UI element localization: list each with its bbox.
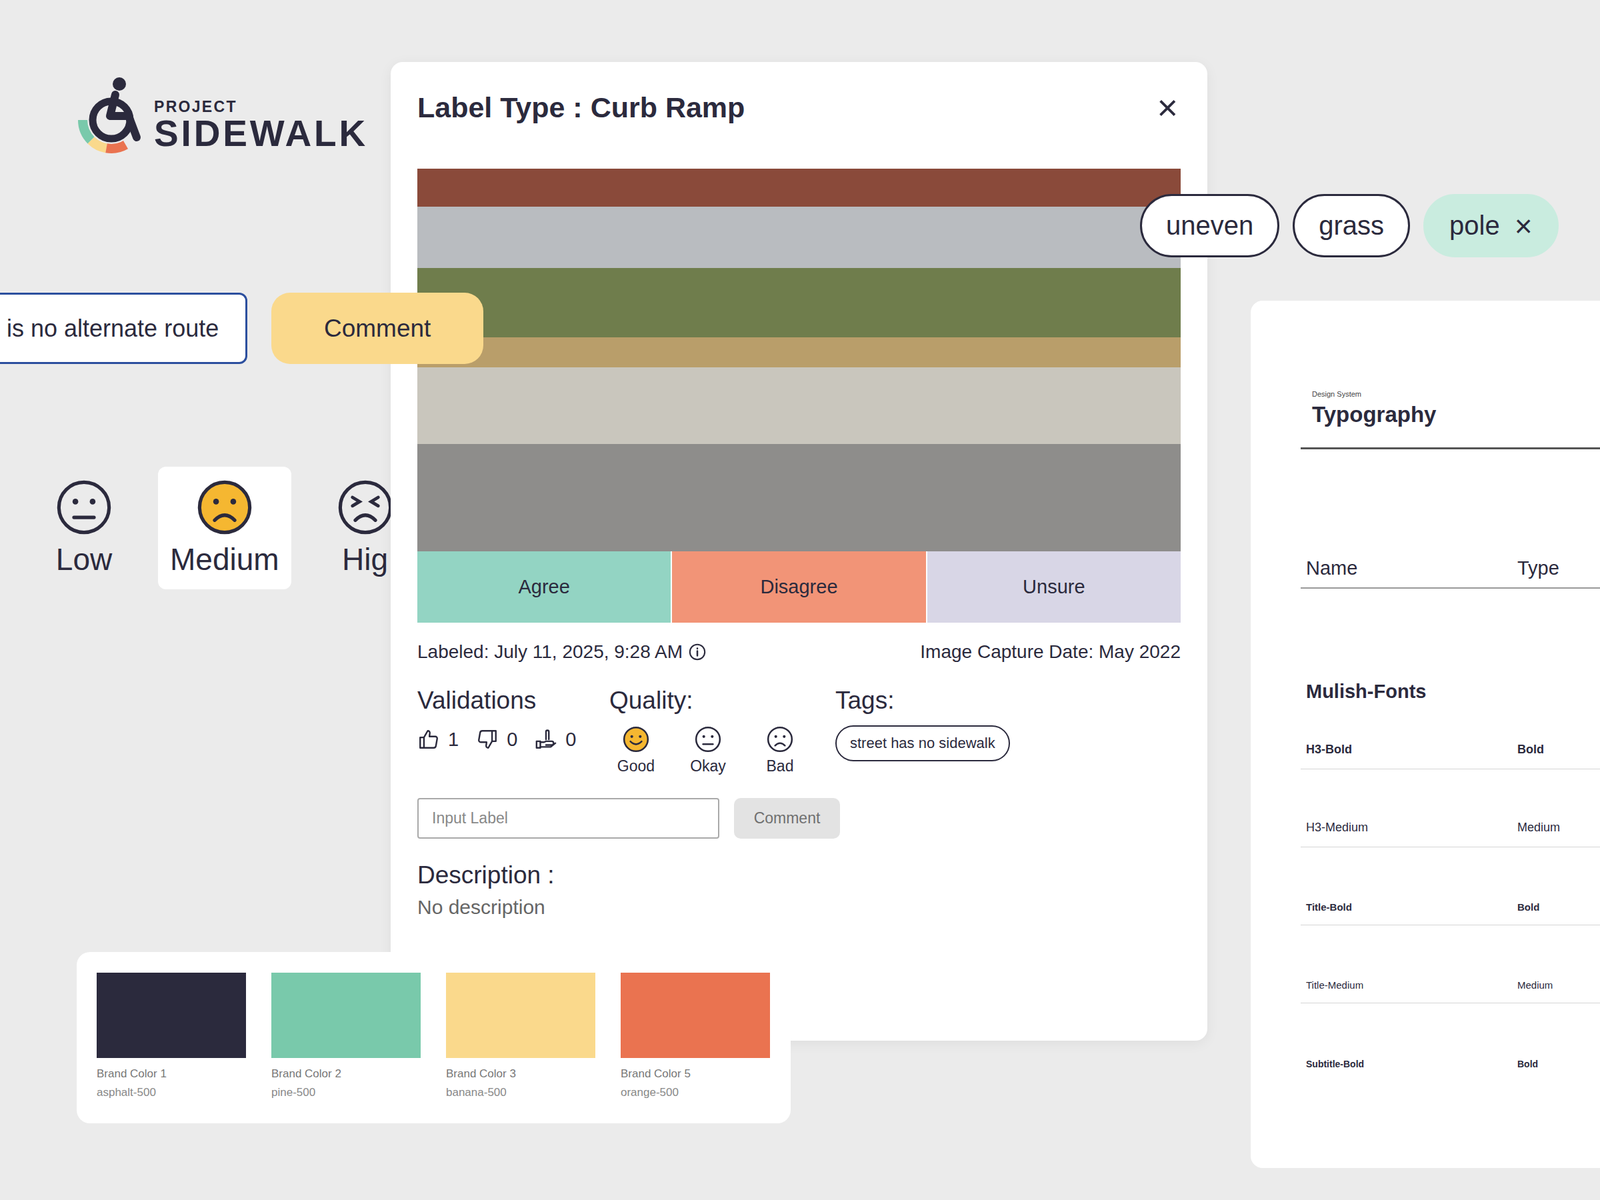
typography-panel: Design System Typography NameType Mulish-Fo… <box>1250 300 1600 1168</box>
color-swatch: Brand Color 5orange-500 <box>620 972 770 1100</box>
table-row: H3-BoldBold <box>1300 702 1600 770</box>
table-row: Title-MediumMedium <box>1300 925 1600 1004</box>
logo-project: PROJECT <box>154 98 368 116</box>
typography-title: Typography <box>1312 402 1600 428</box>
validation-count: 0 <box>534 728 576 751</box>
color-palette: Brand Color 1asphalt-500Brand Color 2pin… <box>76 952 791 1124</box>
quality-option[interactable]: Bad <box>753 725 807 776</box>
label-modal: Label Type : Curb Ramp × AgreeDisagreeUnsu… <box>390 62 1208 1041</box>
quality: Quality: Good Okay Bad <box>609 686 836 776</box>
comment-bar: is no alternate route Comment <box>0 292 484 364</box>
quality-title: Quality: <box>609 686 836 715</box>
canvas: PROJECTSIDEWALK is no alternate route Comm… <box>0 0 1600 1200</box>
quality-option[interactable]: Good <box>609 725 663 776</box>
comment-submit-button[interactable]: Comment <box>734 798 840 839</box>
route-field[interactable]: is no alternate route <box>0 292 248 364</box>
table-row: Title-BoldBold <box>1300 847 1600 926</box>
frown-face-icon <box>766 725 794 754</box>
severity-label: Hig <box>342 541 388 578</box>
validations: Validations100 <box>417 686 610 776</box>
validations-title: Validations <box>417 686 610 715</box>
validation-button[interactable]: Agree <box>417 551 672 623</box>
project-sidewalk-logo: PROJECTSIDEWALK <box>76 74 368 155</box>
table-row: Subtitle-BoldBold <box>1300 1003 1600 1082</box>
capture-date: Image Capture Date: May 2022 <box>920 641 1181 663</box>
neutral-face-icon <box>55 478 113 536</box>
severity-label: Low <box>56 541 112 578</box>
severity-option[interactable]: Medium <box>158 466 292 590</box>
description-text: No description <box>417 896 1181 919</box>
frown-face-icon <box>196 478 254 536</box>
description-title: Description : <box>417 861 1181 890</box>
validation-button[interactable]: Disagree <box>672 551 927 623</box>
severity-picker: Low Medium Hig <box>43 466 406 590</box>
tag-chip[interactable]: uneven <box>1140 194 1280 258</box>
tags-title: Tags: <box>835 686 1181 715</box>
remove-icon[interactable]: × <box>1514 210 1533 242</box>
street-photo <box>417 168 1181 552</box>
wheelchair-logo-icon <box>76 74 150 155</box>
tag-chip[interactable]: grass <box>1292 194 1410 258</box>
thumbs-up-icon <box>417 728 440 751</box>
severity-label: Medium <box>170 541 280 578</box>
tags: Tags: street has no sidewalk <box>835 686 1181 776</box>
thumbs-down-icon <box>476 728 499 751</box>
color-swatch: Brand Color 3banana-500 <box>446 972 596 1100</box>
color-swatch: Brand Color 1asphalt-500 <box>96 972 246 1100</box>
comment-button[interactable]: Comment <box>271 292 484 364</box>
validation-count: 0 <box>476 728 518 751</box>
smile-face-icon <box>622 725 650 754</box>
table-row: H3-MediumMedium <box>1300 769 1600 848</box>
color-swatch: Brand Color 2pine-500 <box>271 972 421 1100</box>
modal-title: Label Type : Curb Ramp <box>417 91 745 124</box>
eyebrow: Design System <box>1312 390 1600 398</box>
validation-actions: AgreeDisagreeUnsure <box>417 551 1181 623</box>
labeled-date: Labeled: July 11, 2025, 9:28 AM <box>417 641 707 663</box>
info-icon[interactable] <box>688 642 707 662</box>
table-header: NameType <box>1300 557 1600 589</box>
close-button[interactable]: × <box>1154 89 1181 126</box>
neutral-face-icon <box>694 725 722 754</box>
hand-icon <box>534 728 558 751</box>
column-header: Name <box>1306 557 1518 580</box>
font-family: Mulish-Fonts <box>1300 680 1600 703</box>
logo-sidewalk: SIDEWALK <box>154 115 368 152</box>
tag-chips: unevengrasspole× <box>1140 194 1559 258</box>
tag-pill[interactable]: street has no sidewalk <box>835 725 1010 762</box>
label-input[interactable] <box>417 798 720 839</box>
column-header: Type <box>1517 557 1595 580</box>
tag-chip[interactable]: pole× <box>1423 194 1559 258</box>
severity-option[interactable]: Low <box>43 466 125 590</box>
quality-option[interactable]: Okay <box>681 725 735 776</box>
angry-face-icon <box>336 478 394 536</box>
validation-button[interactable]: Unsure <box>927 551 1181 623</box>
validation-count: 1 <box>417 728 459 751</box>
